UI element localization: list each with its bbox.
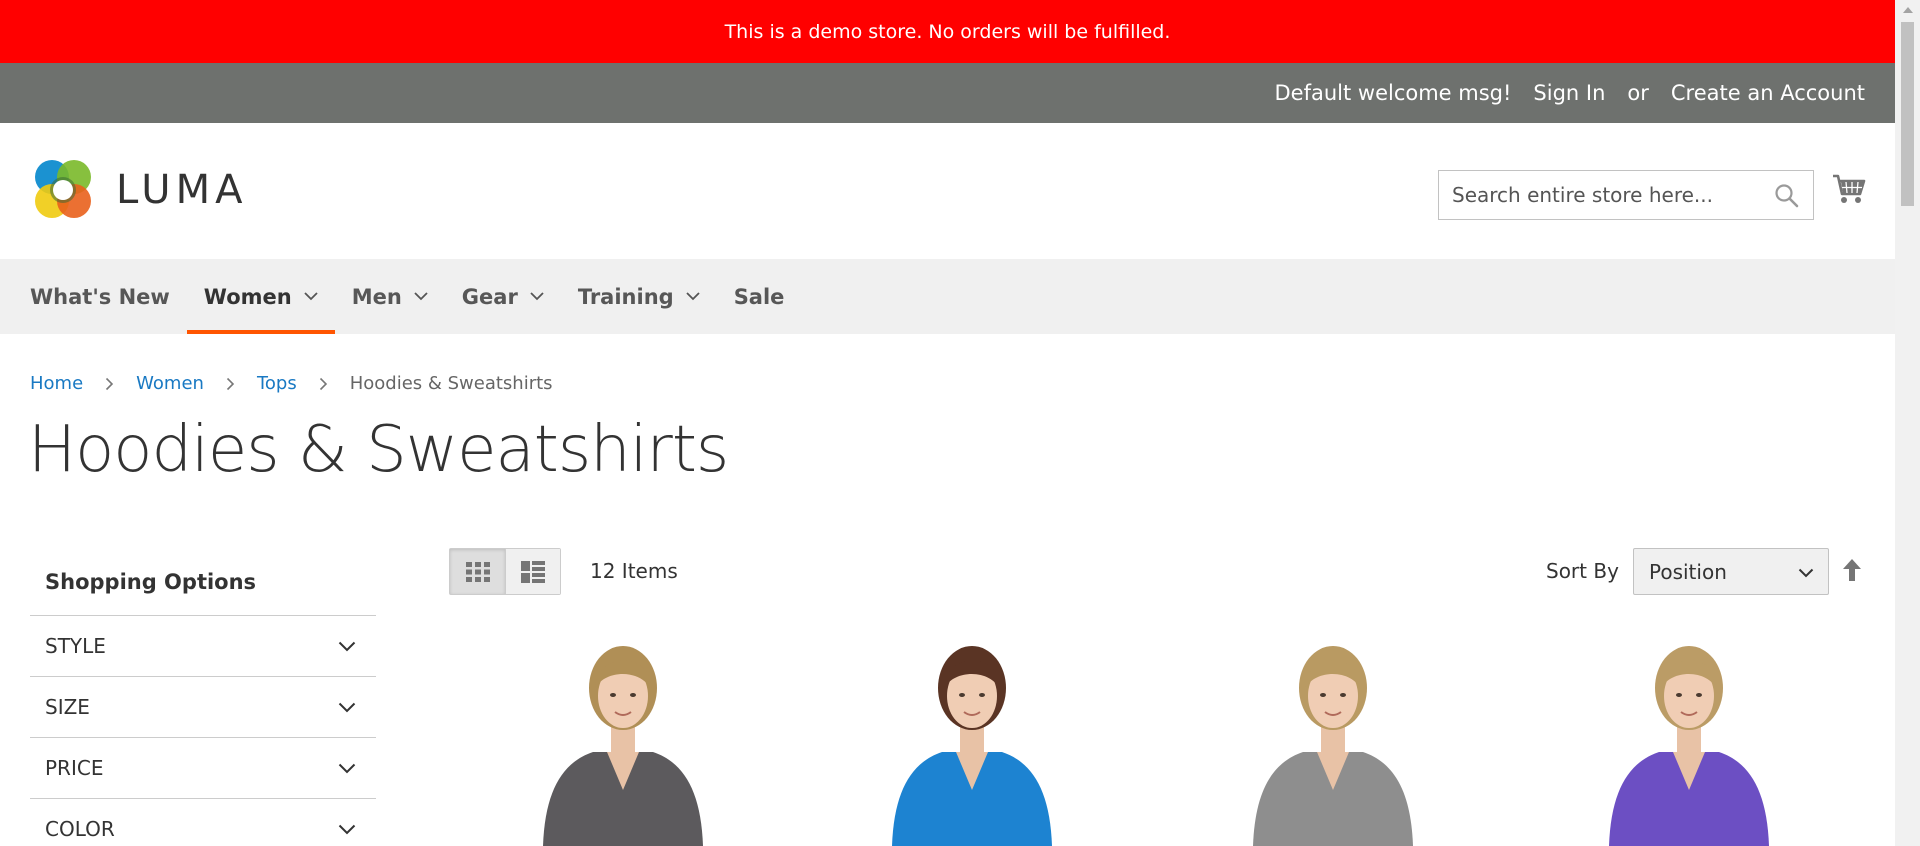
logo-text: LUMA	[116, 167, 248, 213]
product-image[interactable]	[1569, 640, 1809, 846]
header-links-bar: Default welcome msg! Sign In or Create a…	[0, 63, 1895, 123]
page-title: Hoodies & Sweatshirts	[28, 413, 729, 487]
breadcrumb-women[interactable]: Women	[136, 373, 204, 394]
nav-item-sale[interactable]: Sale	[717, 259, 802, 334]
header: LUMA	[0, 123, 1895, 259]
chevron-down-icon	[1798, 568, 1814, 578]
logo-link[interactable]: LUMA	[30, 157, 247, 223]
breadcrumb-tops[interactable]: Tops	[257, 373, 297, 394]
scroll-up-arrow-icon[interactable]	[1903, 7, 1913, 13]
main-navigation: What's New Women Men Gear Training Sale	[0, 259, 1895, 334]
filter-label: COLOR	[45, 817, 115, 841]
chevron-down-icon	[530, 292, 544, 301]
chevron-down-icon	[686, 292, 700, 301]
chevron-down-icon	[338, 763, 356, 773]
nav-item-label: Women	[203, 284, 292, 309]
breadcrumb-current: Hoodies & Sweatshirts	[349, 373, 553, 394]
sort-direction-arrow-icon[interactable]	[1842, 558, 1862, 582]
shopping-options-title: Shopping Options	[45, 570, 257, 594]
item-count: 12 Items	[590, 559, 678, 583]
luma-logo-icon	[35, 160, 91, 218]
vertical-scrollbar[interactable]	[1895, 0, 1920, 846]
breadcrumb-home[interactable]: Home	[30, 373, 83, 394]
page: This is a demo store. No orders will be …	[0, 0, 1895, 846]
chevron-down-icon	[304, 292, 318, 301]
sign-in-link[interactable]: Sign In	[1533, 81, 1605, 105]
filter-color[interactable]: COLOR	[30, 798, 376, 846]
filter-label: SIZE	[45, 695, 90, 719]
product-image[interactable]	[503, 640, 743, 846]
product-photo	[892, 646, 1052, 846]
chevron-down-icon	[338, 702, 356, 712]
filter-price[interactable]: PRICE	[30, 737, 376, 798]
nav-item-gear[interactable]: Gear	[445, 259, 561, 334]
product-image[interactable]	[1213, 640, 1453, 846]
scrollbar-thumb[interactable]	[1901, 22, 1914, 206]
product-photo	[1253, 646, 1413, 846]
nav-item-label: What's New	[30, 284, 170, 309]
nav-item-men[interactable]: Men	[335, 259, 445, 334]
nav-item-label: Sale	[733, 284, 785, 309]
welcome-message: Default welcome msg!	[1274, 81, 1512, 105]
filter-style[interactable]: STYLE	[30, 615, 376, 676]
search-input[interactable]	[1452, 183, 1762, 207]
demo-notice-text: This is a demo store. No orders will be …	[724, 20, 1171, 43]
grid-icon	[465, 561, 490, 582]
list-view-button[interactable]	[505, 549, 560, 594]
filter-size[interactable]: SIZE	[30, 676, 376, 737]
sort-by-value: Position	[1649, 559, 1727, 584]
demo-notice-bar: This is a demo store. No orders will be …	[0, 0, 1895, 63]
list-icon	[521, 560, 545, 583]
nav-item-women[interactable]: Women	[186, 259, 335, 334]
filter-label: STYLE	[45, 634, 106, 658]
nav-item-label: Training	[577, 284, 674, 309]
breadcrumb: Home Women Tops Hoodies & Sweatshirts	[30, 373, 553, 394]
or-separator: or	[1627, 81, 1649, 105]
chevron-down-icon	[338, 641, 356, 651]
chevron-right-icon	[226, 377, 235, 390]
nav-item-label: Men	[351, 284, 402, 309]
product-photo	[543, 646, 703, 846]
sort-by-label: Sort By	[1546, 559, 1619, 583]
search-box	[1438, 170, 1814, 220]
chevron-down-icon	[338, 824, 356, 834]
product-photo	[1609, 646, 1769, 846]
nav-item-what-s-new[interactable]: What's New	[30, 259, 187, 334]
sidebar-filters: Shopping Options STYLE SIZE PRICE COLOR	[30, 549, 376, 846]
product-image[interactable]	[852, 640, 1092, 846]
nav-item-label: Gear	[461, 284, 518, 309]
create-account-link[interactable]: Create an Account	[1671, 81, 1865, 105]
chevron-right-icon	[106, 377, 114, 390]
chevron-right-icon	[319, 377, 327, 390]
sort-by-select[interactable]: Position	[1633, 548, 1829, 595]
cart-icon[interactable]	[1832, 172, 1866, 206]
search-icon[interactable]	[1774, 183, 1799, 208]
grid-view-button[interactable]	[450, 549, 505, 594]
chevron-down-icon	[414, 292, 428, 301]
filter-label: PRICE	[45, 756, 104, 780]
view-mode-switcher	[449, 548, 561, 595]
nav-item-training[interactable]: Training	[561, 259, 717, 334]
